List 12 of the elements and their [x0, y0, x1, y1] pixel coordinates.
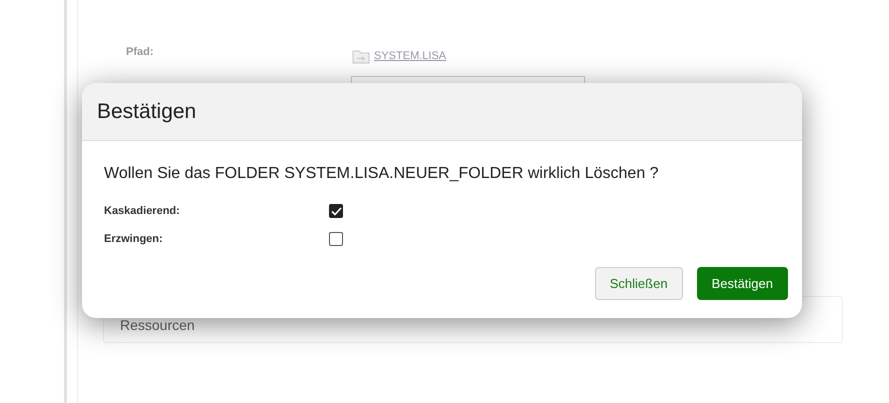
- path-link[interactable]: SYSTEM.LISA: [374, 50, 446, 62]
- close-button[interactable]: Schließen: [594, 267, 683, 300]
- checkbox[interactable]: [329, 232, 343, 246]
- folder-icon: [352, 48, 370, 64]
- section-title: Ressourcen: [120, 317, 195, 333]
- confirm-button[interactable]: Bestätigen: [696, 267, 788, 300]
- option-label: Erzwingen:: [104, 233, 164, 245]
- option-label: Kaskadierend:: [104, 205, 181, 217]
- path-label: Pfad:: [126, 46, 154, 60]
- confirm-message: Wollen Sie das FOLDER SYSTEM.LISA.NEUER_FOLDER wirklich Löschen ?: [104, 165, 660, 183]
- checkbox[interactable]: [329, 204, 343, 218]
- dialog-title: Bestätigen: [97, 100, 196, 124]
